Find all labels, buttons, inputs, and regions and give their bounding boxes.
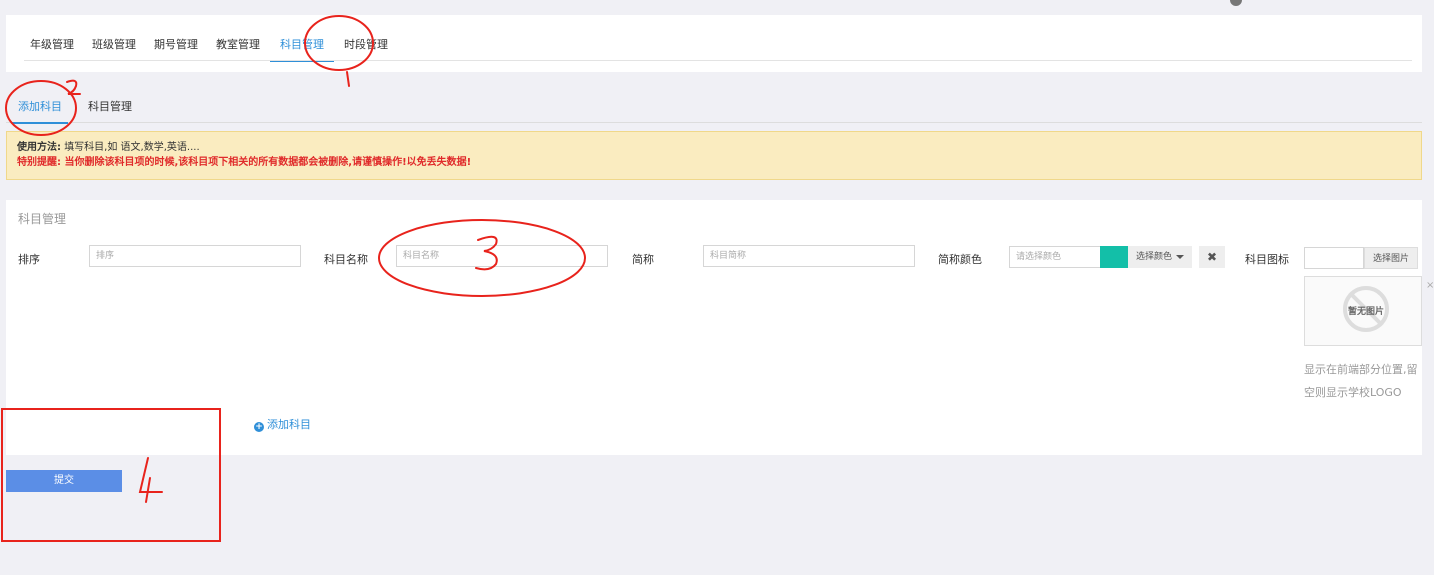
sub-tabs: 添加科目 科目管理 [6,90,1422,124]
usage-label: 使用方法: [17,142,61,153]
notice-banner: 使用方法: 填写科目,如 语文,数学,英语.... 特别提醒: 当你删除该科目项… [6,131,1422,180]
caret-down-icon [1176,254,1185,259]
submit-button[interactable]: 提交 [6,470,122,492]
sort-label: 排序 [18,253,40,266]
plus-circle-icon: + [254,422,264,432]
usage-line: 使用方法: 填写科目,如 语文,数学,英语.... [17,140,1411,155]
clear-color-icon[interactable]: ✖ [1199,246,1225,268]
tab-subject[interactable]: 科目管理 [270,36,334,62]
tab-class[interactable]: 班级管理 [92,36,136,62]
page-root: 年级管理 班级管理 期号管理 教室管理 科目管理 时段管理 添加科目 科目管理 … [0,0,1434,575]
top-nav-card: 年级管理 班级管理 期号管理 教室管理 科目管理 时段管理 [6,15,1422,72]
abbr-color-label: 简称颜色 [938,253,982,266]
user-avatar-icon[interactable] [1230,0,1242,6]
top-tabs: 年级管理 班级管理 期号管理 教室管理 科目管理 时段管理 [30,36,406,62]
abbr-input[interactable] [703,245,915,267]
subject-icon-label: 科目图标 [1245,253,1289,266]
header-remnant [16,0,96,3]
choose-color-label: 选择颜色 [1136,252,1173,262]
annotation-mark-1 [346,71,350,87]
divider [24,60,1412,61]
usage-text: 填写科目,如 语文,数学,英语.... [64,142,200,153]
choose-image-button[interactable]: 选择图片 [1364,247,1419,269]
card-title: 科目管理 [18,212,67,226]
add-subject-link[interactable]: + 添加科目 [254,416,311,432]
tab-grade[interactable]: 年级管理 [30,36,74,62]
sort-input[interactable] [89,245,301,267]
subject-name-label: 科目名称 [324,253,368,266]
icon-path-input[interactable] [1304,247,1364,269]
image-preview[interactable]: 暂无图片 [1304,276,1422,346]
tab-period[interactable]: 时段管理 [344,36,388,62]
no-image-text: 暂无图片 [1347,307,1384,317]
tab-term[interactable]: 期号管理 [154,36,198,62]
subject-form-card: 科目管理 排序 科目名称 简称 简称颜色 选择颜色 ✖ 科目图标 选择图片 暂无… [6,200,1434,455]
warning-text: 特别提醒: 当你删除该科目项的时候,该科目项下相关的所有数据都会被删除,请谨慎操… [17,157,472,168]
add-subject-label: 添加科目 [267,418,311,431]
color-input[interactable] [1009,246,1101,268]
annotation-mark-4 [138,457,163,503]
color-swatch[interactable] [1100,246,1128,268]
remove-image-icon[interactable]: × [1426,280,1434,291]
choose-color-button[interactable]: 选择颜色 [1128,246,1193,268]
tab-classroom[interactable]: 教室管理 [216,36,260,62]
subtab-manage-subject[interactable]: 科目管理 [88,98,132,114]
icon-hint: 显示在前端部分位置,留空则显示学校LOGO [1304,363,1418,399]
subtab-add-subject[interactable]: 添加科目 [12,98,68,124]
abbr-label: 简称 [632,253,654,266]
subject-name-input[interactable] [396,245,608,267]
